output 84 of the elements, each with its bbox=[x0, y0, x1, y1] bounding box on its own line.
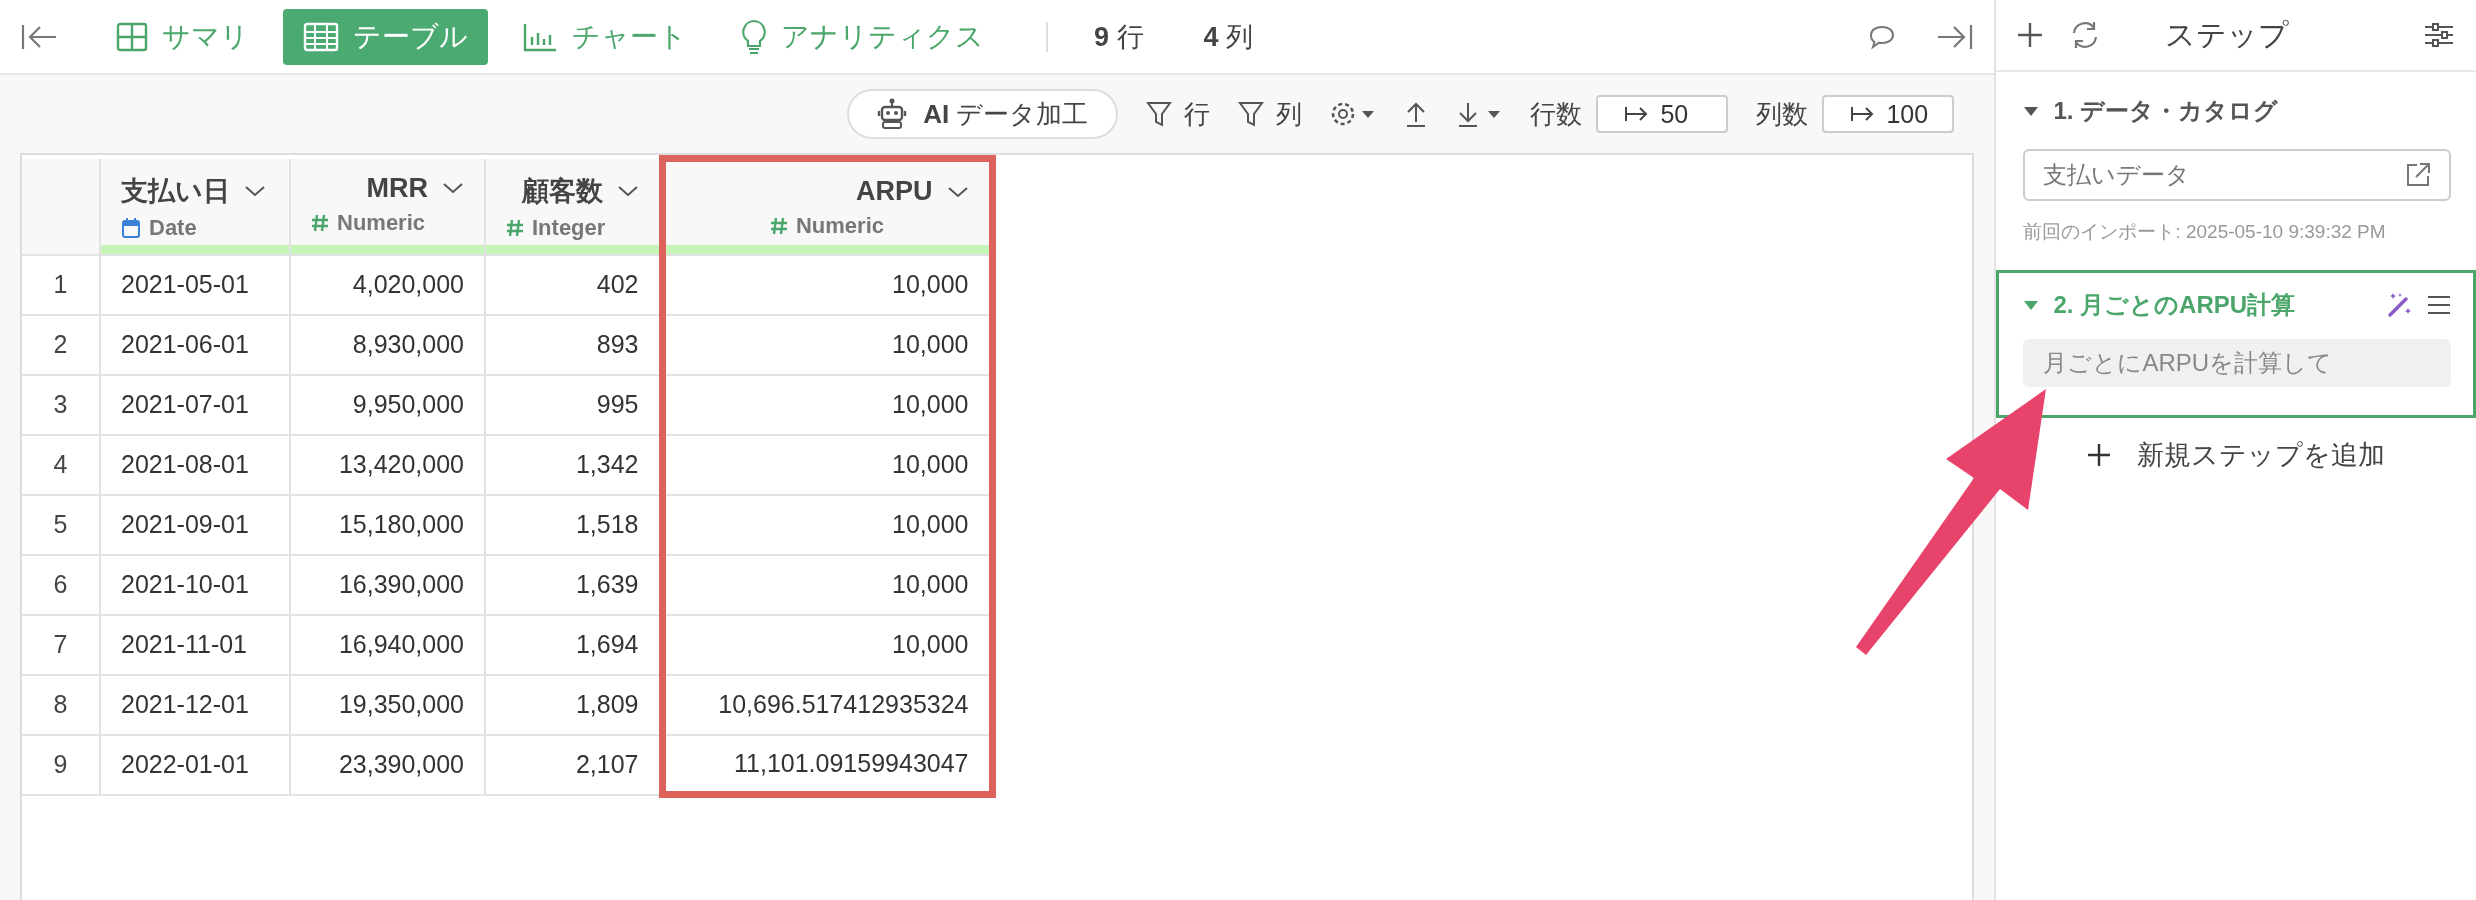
table-cell: 1,342 bbox=[485, 434, 662, 495]
filter-icon bbox=[1238, 100, 1265, 128]
column-name: ARPU bbox=[856, 176, 933, 207]
table-icon bbox=[303, 20, 339, 53]
robot-icon bbox=[877, 98, 908, 130]
row-number: 9 bbox=[22, 734, 100, 795]
table-cell: 1,639 bbox=[485, 554, 662, 615]
table-cell: 1,694 bbox=[485, 614, 662, 675]
hash-icon bbox=[506, 217, 524, 238]
table-cell: 2021-07-01 bbox=[100, 374, 290, 435]
column-type: Numeric bbox=[795, 213, 884, 239]
column-limit-label: 列数 bbox=[1756, 97, 1809, 131]
table-cell: 8,930,000 bbox=[290, 314, 485, 375]
step-title: 2. 月ごとのARPU計算 bbox=[2053, 290, 2296, 320]
add-step-button[interactable]: 新規ステップを追加 bbox=[2081, 436, 2392, 474]
ai-data-button[interactable]: AI データ加工 bbox=[847, 89, 1119, 139]
external-link-icon[interactable] bbox=[2405, 162, 2431, 188]
table-cell: 16,940,000 bbox=[290, 614, 485, 675]
settings-icon[interactable] bbox=[1330, 100, 1377, 128]
grid-icon bbox=[116, 20, 148, 53]
chevron-down-icon[interactable] bbox=[442, 181, 464, 195]
column-type: Integer bbox=[532, 214, 606, 241]
table-cell: 4,020,000 bbox=[290, 254, 485, 315]
comment-icon[interactable] bbox=[1868, 23, 1897, 50]
table-cell: 9,950,000 bbox=[290, 374, 485, 435]
lightbulb-icon bbox=[741, 18, 767, 55]
column-limit-field[interactable]: 100 bbox=[1822, 95, 1955, 133]
table-cell: 2021-11-01 bbox=[100, 614, 290, 675]
row-number: 7 bbox=[22, 614, 100, 675]
table-cell: 995 bbox=[485, 374, 662, 435]
column-type: Numeric bbox=[337, 209, 426, 236]
column-name: MRR bbox=[366, 172, 428, 204]
step-title: 1. データ・カタログ bbox=[2053, 96, 2279, 126]
hash-icon bbox=[311, 212, 329, 233]
table-cell: 893 bbox=[485, 314, 662, 375]
table-cell: 1,809 bbox=[485, 674, 662, 735]
download-icon[interactable] bbox=[1456, 100, 1503, 128]
table-cell: 2022-01-01 bbox=[100, 734, 290, 795]
column-type: Date bbox=[149, 214, 197, 241]
panel-title: ステップ bbox=[2164, 16, 2291, 53]
hash-icon bbox=[769, 216, 788, 236]
table-cell: 2021-10-01 bbox=[100, 554, 290, 615]
column-name: 支払い日 bbox=[121, 174, 230, 208]
row-number: 2 bbox=[22, 314, 100, 375]
expand-triangle-icon[interactable] bbox=[2023, 105, 2040, 117]
column-name: 顧客数 bbox=[521, 174, 603, 208]
row-number: 8 bbox=[22, 674, 100, 735]
menu-icon[interactable] bbox=[2427, 295, 2451, 315]
row-count: 9 行 bbox=[1094, 20, 1144, 54]
table-cell: 16,390,000 bbox=[290, 554, 485, 615]
add-icon[interactable] bbox=[2016, 21, 2045, 49]
sliders-icon[interactable] bbox=[2424, 22, 2454, 48]
row-number: 1 bbox=[22, 254, 100, 315]
filter-icon bbox=[1146, 100, 1173, 128]
table-cell: 2,107 bbox=[485, 734, 662, 795]
plus-icon bbox=[2087, 443, 2112, 467]
table-cell: 2021-06-01 bbox=[100, 314, 290, 375]
table-cell: 2021-12-01 bbox=[100, 674, 290, 735]
step-card[interactable]: 1. データ・カタログ 支払いデータ 前回のインポート: 2025-05-10 9:39:32 PM bbox=[1996, 76, 2476, 266]
row-limit-label: 行数 bbox=[1530, 97, 1583, 131]
table-cell: 2021-09-01 bbox=[100, 494, 290, 555]
table-cell: 15,180,000 bbox=[290, 494, 485, 555]
row-number: 4 bbox=[22, 434, 100, 495]
import-note: 前回のインポート: 2025-05-10 9:39:32 PM bbox=[2023, 220, 2387, 244]
table-cell: 2021-08-01 bbox=[100, 434, 290, 495]
table-cell: 23,390,000 bbox=[290, 734, 485, 795]
table-cell: 402 bbox=[485, 254, 662, 315]
table-cell: 19,350,000 bbox=[290, 674, 485, 735]
row-number: 5 bbox=[22, 494, 100, 555]
chevron-down-icon[interactable] bbox=[244, 183, 266, 198]
data-source-field[interactable]: 支払いデータ bbox=[2023, 149, 2451, 201]
table-cell: 2021-05-01 bbox=[100, 254, 290, 315]
row-limit-field[interactable]: 50 bbox=[1596, 95, 1729, 133]
table-cell: 1,518 bbox=[485, 494, 662, 555]
row-number: 6 bbox=[22, 554, 100, 615]
chevron-down-icon[interactable] bbox=[946, 184, 969, 199]
row-number: 3 bbox=[22, 374, 100, 435]
magic-wand-icon[interactable] bbox=[2387, 292, 2413, 318]
chevron-down-icon[interactable] bbox=[616, 183, 639, 198]
row-filter-button[interactable]: 行 bbox=[1146, 96, 1211, 132]
column-filter-button[interactable]: 列 bbox=[1238, 96, 1303, 132]
calendar-icon bbox=[121, 216, 141, 239]
column-count: 4 列 bbox=[1203, 20, 1254, 54]
table-cell: 13,420,000 bbox=[290, 434, 485, 495]
